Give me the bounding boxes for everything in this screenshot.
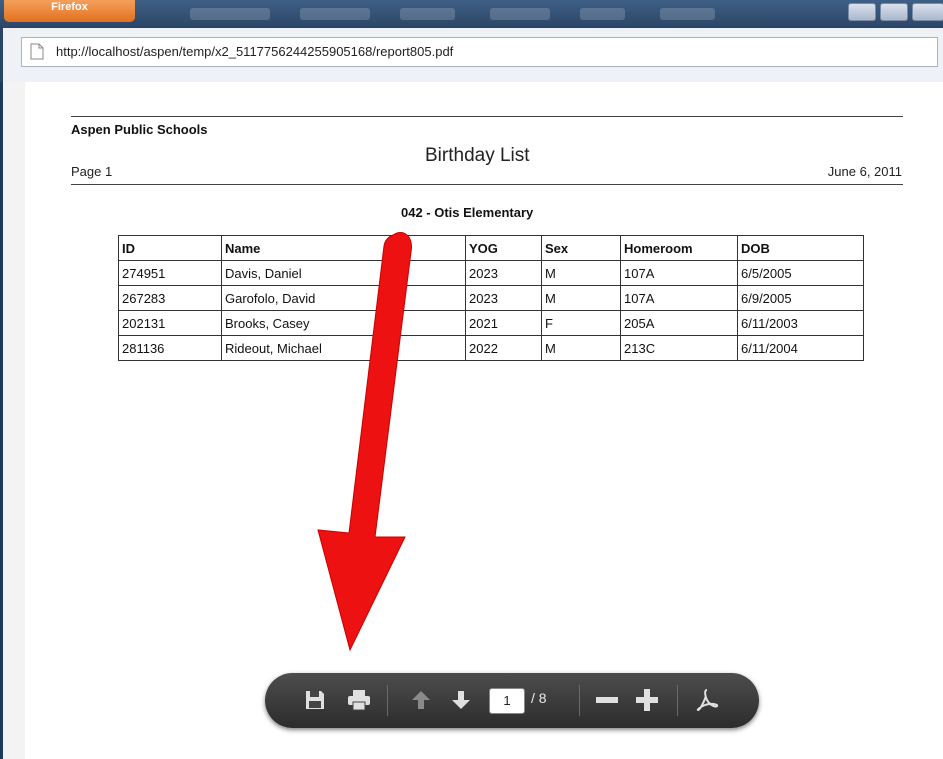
column-header: ID <box>118 235 222 261</box>
table-cell: 213C <box>620 335 738 361</box>
table-row: 202131 Brooks, Casey 2021 F 205A 6/11/20… <box>118 310 864 336</box>
toolbar-separator <box>579 685 580 716</box>
menu-item-blurred[interactable] <box>660 8 715 20</box>
table-row: 281136 Rideout, Michael 2022 M 213C 6/11… <box>118 335 864 361</box>
acrobat-icon[interactable] <box>693 686 721 714</box>
column-header: Sex <box>541 235 621 261</box>
school-heading: 042 - Otis Elementary <box>401 205 534 220</box>
page-total: / 8 <box>531 690 547 706</box>
firefox-menu-button[interactable]: Firefox <box>4 0 135 22</box>
column-header: Name <box>221 235 466 261</box>
table-cell: 6/9/2005 <box>737 285 864 311</box>
report-title: Birthday List <box>425 145 530 166</box>
table-cell: M <box>541 285 621 311</box>
table-cell: 6/11/2003 <box>737 310 864 336</box>
table-cell: Brooks, Casey <box>221 310 466 336</box>
table-cell: 107A <box>620 260 738 286</box>
table-cell: 2022 <box>465 335 542 361</box>
top-rule <box>71 116 903 117</box>
menu-item-blurred[interactable] <box>190 8 270 20</box>
minimize-button[interactable] <box>848 3 876 21</box>
table-cell: 6/5/2005 <box>737 260 864 286</box>
menu-item-blurred[interactable] <box>580 8 625 20</box>
page-down-icon[interactable] <box>447 686 475 714</box>
table-cell: 202131 <box>118 310 222 336</box>
menu-item-blurred[interactable] <box>400 8 455 20</box>
pdf-viewport[interactable]: Aspen Public Schools Birthday List Page … <box>0 82 943 759</box>
menu-item-blurred[interactable] <box>490 8 550 20</box>
table-cell: 274951 <box>118 260 222 286</box>
column-header: YOG <box>465 235 542 261</box>
zoom-out-icon[interactable] <box>593 686 621 714</box>
table-row: 274951 Davis, Daniel 2023 M 107A 6/5/200… <box>118 260 864 286</box>
table-cell: 281136 <box>118 335 222 361</box>
pdf-toolbar: 1 / 8 <box>265 673 759 728</box>
table-cell: F <box>541 310 621 336</box>
toolbar-separator <box>387 685 388 716</box>
organization-name: Aspen Public Schools <box>71 122 208 137</box>
url-text[interactable]: http://localhost/aspen/temp/x2_511775624… <box>56 44 453 59</box>
toolbar-separator <box>677 685 678 716</box>
page-number-input[interactable]: 1 <box>489 688 525 714</box>
table-cell: Garofolo, David <box>221 285 466 311</box>
table-cell: 2021 <box>465 310 542 336</box>
table-cell: 107A <box>620 285 738 311</box>
close-window-button[interactable] <box>912 3 943 21</box>
table-cell: 6/11/2004 <box>737 335 864 361</box>
header-rule <box>71 184 903 185</box>
report-date: June 6, 2011 <box>827 164 902 179</box>
browser-title-bar: Firefox <box>0 0 943 28</box>
birthday-table: ID Name YOG Sex Homeroom DOB 274951 Davi… <box>118 235 864 361</box>
table-cell: 267283 <box>118 285 222 311</box>
column-header: Homeroom <box>620 235 738 261</box>
table-cell: M <box>541 335 621 361</box>
table-row: 267283 Garofolo, David 2023 M 107A 6/9/2… <box>118 285 864 311</box>
save-icon[interactable] <box>301 686 329 714</box>
table-header-row: ID Name YOG Sex Homeroom DOB <box>118 235 864 261</box>
zoom-in-icon[interactable] <box>633 686 661 714</box>
table-cell: 205A <box>620 310 738 336</box>
table-cell: Davis, Daniel <box>221 260 466 286</box>
print-icon[interactable] <box>345 686 373 714</box>
table-cell: M <box>541 260 621 286</box>
address-bar-area: http://localhost/aspen/temp/x2_511775624… <box>0 28 943 82</box>
page-up-icon[interactable] <box>407 686 435 714</box>
column-header: DOB <box>737 235 864 261</box>
table-cell: 2023 <box>465 260 542 286</box>
page-icon <box>30 43 44 60</box>
address-bar[interactable]: http://localhost/aspen/temp/x2_511775624… <box>21 37 938 67</box>
pdf-page: Aspen Public Schools Birthday List Page … <box>25 82 943 759</box>
table-cell: 2023 <box>465 285 542 311</box>
maximize-button[interactable] <box>880 3 908 21</box>
menu-item-blurred[interactable] <box>300 8 370 20</box>
table-cell: Rideout, Michael <box>221 335 466 361</box>
page-label: Page 1 <box>71 164 113 179</box>
